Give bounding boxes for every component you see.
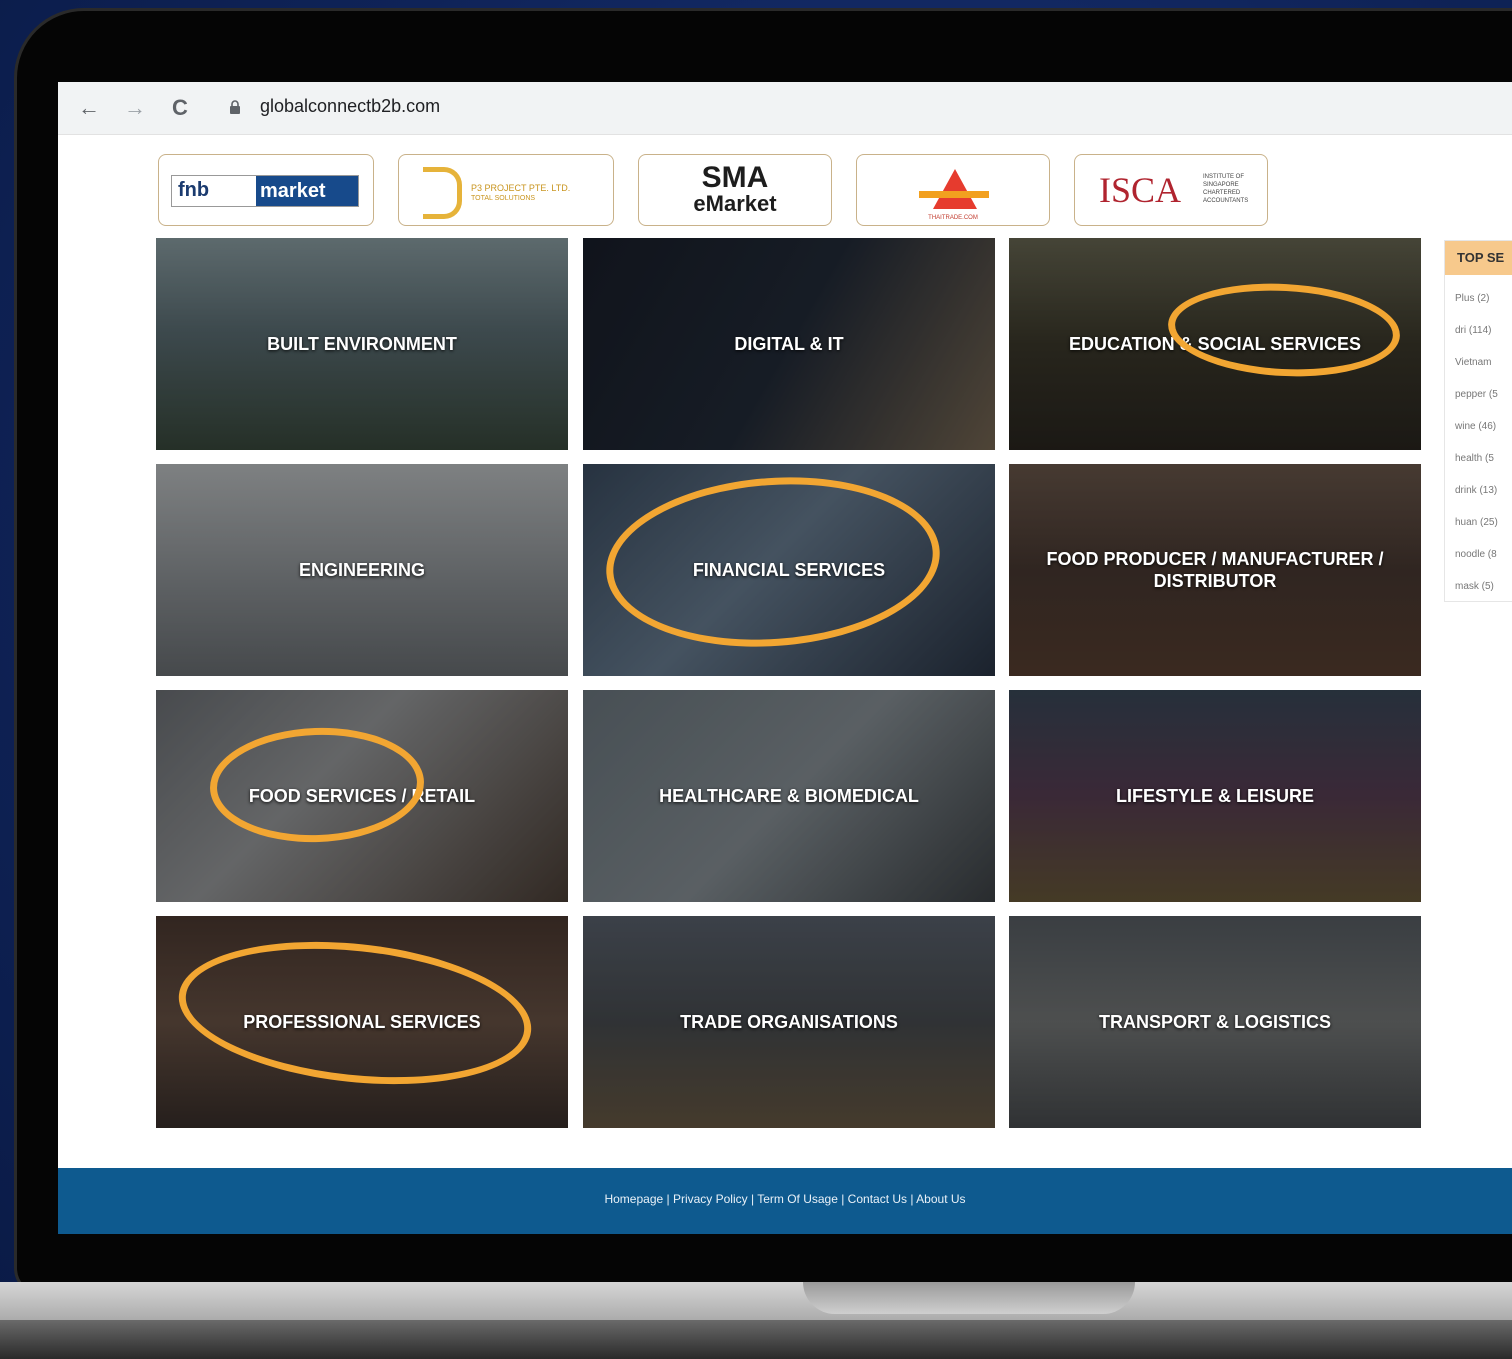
category-label: ENGINEERING — [298, 560, 426, 580]
search-tag[interactable]: Plus (2) — [1455, 293, 1489, 304]
back-icon[interactable]: ← — [78, 95, 100, 121]
search-tag[interactable]: wine (46) — [1455, 421, 1496, 432]
category-label: TRADE ORGANISATIONS — [680, 1012, 898, 1032]
search-tag[interactable]: pepper (5 — [1455, 389, 1498, 400]
top-searches-title: TOP SE — [1445, 241, 1512, 275]
category-label: FOOD PRODUCER / MANUFACTURER / DISTRIBUT… — [1046, 549, 1384, 591]
laptop-screen: ← → C globalconnectb2b.com fnb market P3… — [58, 82, 1512, 1234]
category-label: BUILT ENVIRONMENT — [267, 334, 457, 354]
forward-icon[interactable]: → — [124, 95, 146, 121]
lock-icon — [230, 100, 240, 114]
category-engineering[interactable]: ENGINEERING — [156, 464, 568, 676]
site-footer: Homepage | Privacy Policy | Term Of Usag… — [58, 1168, 1512, 1234]
thaitrade-mark-icon — [933, 169, 977, 209]
reload-icon[interactable]: C — [172, 95, 188, 121]
isca-subtitle: INSTITUTE OF SINGAPORE CHARTERED ACCOUNT… — [1203, 174, 1249, 204]
search-tag[interactable]: Vietnam — [1455, 357, 1492, 368]
search-tag[interactable]: noodle (8 — [1455, 549, 1497, 560]
laptop-lid-notch — [803, 1282, 1135, 1314]
thaitrade-bar — [919, 191, 989, 198]
fnbmarket-logo[interactable]: fnb market — [158, 154, 374, 226]
laptop-base-shadow — [0, 1320, 1512, 1359]
p3-name: P3 PROJECT PTE. LTD. — [471, 183, 571, 193]
category-digital-it[interactable]: DIGITAL & IT — [583, 238, 995, 450]
p3-project-logo[interactable]: P3 PROJECT PTE. LTD. TOTAL SOLUTIONS — [398, 154, 614, 226]
search-tag[interactable]: health (5 — [1455, 453, 1494, 464]
category-trade-organisations[interactable]: TRADE ORGANISATIONS — [583, 916, 995, 1128]
category-transport-logistics[interactable]: TRANSPORT & LOGISTICS — [1009, 916, 1421, 1128]
emarket-text: eMarket — [693, 191, 777, 216]
category-food-producer[interactable]: FOOD PRODUCER / MANUFACTURER / DISTRIBUT… — [1009, 464, 1421, 676]
footer-links[interactable]: Homepage | Privacy Policy | Term Of Usag… — [58, 1192, 1512, 1206]
category-built-environment[interactable]: BUILT ENVIRONMENT — [156, 238, 568, 450]
laptop-base — [0, 1282, 1512, 1359]
search-tag[interactable]: huan (25) — [1455, 517, 1498, 528]
address-bar[interactable]: globalconnectb2b.com — [260, 96, 440, 117]
search-tag[interactable]: mask (5) — [1455, 581, 1494, 592]
category-label: TRANSPORT & LOGISTICS — [1098, 1012, 1331, 1032]
category-label: HEALTHCARE & BIOMEDICAL — [659, 786, 919, 806]
category-lifestyle-leisure[interactable]: LIFESTYLE & LEISURE — [1009, 690, 1421, 902]
sma-text: SMA — [701, 161, 769, 194]
sma-emarket-logo[interactable]: SMA eMarket — [638, 154, 832, 226]
top-searches-panel: TOP SE Plus (2) dri (114) Vietnam pepper… — [1444, 240, 1512, 602]
category-label: DIGITAL & IT — [734, 334, 844, 354]
search-tag[interactable]: dri (114) — [1455, 325, 1492, 336]
isca-wordmark: ISCA — [1099, 170, 1182, 210]
search-tag[interactable]: drink (13) — [1455, 485, 1497, 496]
category-label: LIFESTYLE & LEISURE — [1115, 786, 1315, 806]
category-healthcare-biomedical[interactable]: HEALTHCARE & BIOMEDICAL — [583, 690, 995, 902]
market-text: market — [256, 176, 358, 206]
isca-logo[interactable]: ISCA INSTITUTE OF SINGAPORE CHARTERED AC… — [1074, 154, 1268, 226]
fnb-text: fnb — [178, 179, 210, 201]
thaitrade-name: THAITRADE.COM — [928, 215, 978, 221]
p3-mark-icon — [423, 167, 462, 219]
fnbmarket-wordmark: fnb market — [171, 175, 359, 207]
p3-tagline: TOTAL SOLUTIONS — [471, 195, 536, 202]
thaitrade-logo[interactable]: THAITRADE.COM — [856, 154, 1050, 226]
browser-toolbar: ← → C globalconnectb2b.com — [58, 82, 1512, 135]
